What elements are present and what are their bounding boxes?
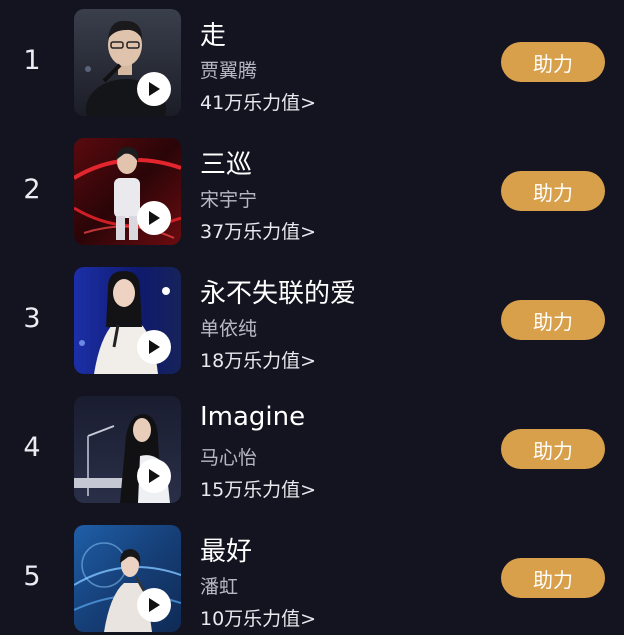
song-title: 永不失联的爱 (200, 279, 357, 309)
play-icon (149, 211, 160, 225)
power-value-link[interactable]: 10万乐力值> (200, 604, 316, 631)
ranking-row: 4 Imagine 马心怡 15万乐力值> 助力 (0, 396, 624, 504)
song-thumbnail[interactable] (74, 267, 181, 374)
power-value-link[interactable]: 18万乐力值> (200, 346, 316, 373)
song-title: Imagine (200, 402, 306, 432)
rank-number: 3 (23, 303, 41, 334)
rank-number: 2 (23, 174, 41, 205)
song-title: 走 (200, 21, 227, 51)
song-thumbnail[interactable] (74, 525, 181, 632)
boost-button[interactable]: 助力 (501, 558, 605, 598)
boost-button[interactable]: 助力 (501, 171, 605, 211)
singer-name: 宋宇宁 (200, 189, 258, 211)
song-title: 三巡 (200, 150, 253, 180)
song-thumbnail[interactable] (74, 138, 181, 245)
play-icon (149, 469, 160, 483)
play-button[interactable] (137, 459, 171, 493)
power-value-link[interactable]: 15万乐力值> (200, 475, 316, 502)
rank-number: 1 (23, 45, 41, 76)
play-icon (149, 340, 160, 354)
power-value-link[interactable]: 41万乐力值> (200, 88, 316, 115)
rank-number: 4 (23, 432, 41, 463)
singer-name: 潘虹 (200, 576, 239, 598)
song-thumbnail[interactable] (74, 9, 181, 116)
play-icon (149, 82, 160, 96)
power-value-link[interactable]: 37万乐力值> (200, 217, 316, 244)
ranking-row: 5 最好 潘虹 10万乐力值> 助力 (0, 525, 624, 633)
play-button[interactable] (137, 330, 171, 364)
ranking-list: 1 走 贾翼腾 41万乐力值> 助力 2 三巡 宋宇宁 37万乐力值> 助力 3… (0, 0, 624, 635)
ranking-row: 2 三巡 宋宇宁 37万乐力值> 助力 (0, 138, 624, 246)
singer-name: 单依纯 (200, 318, 258, 340)
play-icon (149, 598, 160, 612)
singer-name: 贾翼腾 (200, 60, 258, 82)
ranking-row: 1 走 贾翼腾 41万乐力值> 助力 (0, 9, 624, 117)
play-button[interactable] (137, 72, 171, 106)
ranking-row: 3 永不失联的爱 单依纯 18万乐力值> 助力 (0, 267, 624, 375)
song-title: 最好 (200, 537, 253, 567)
boost-button[interactable]: 助力 (501, 42, 605, 82)
play-button[interactable] (137, 588, 171, 622)
boost-button[interactable]: 助力 (501, 429, 605, 469)
singer-name: 马心怡 (200, 447, 258, 469)
rank-number: 5 (23, 561, 41, 592)
boost-button[interactable]: 助力 (501, 300, 605, 340)
song-thumbnail[interactable] (74, 396, 181, 503)
play-button[interactable] (137, 201, 171, 235)
